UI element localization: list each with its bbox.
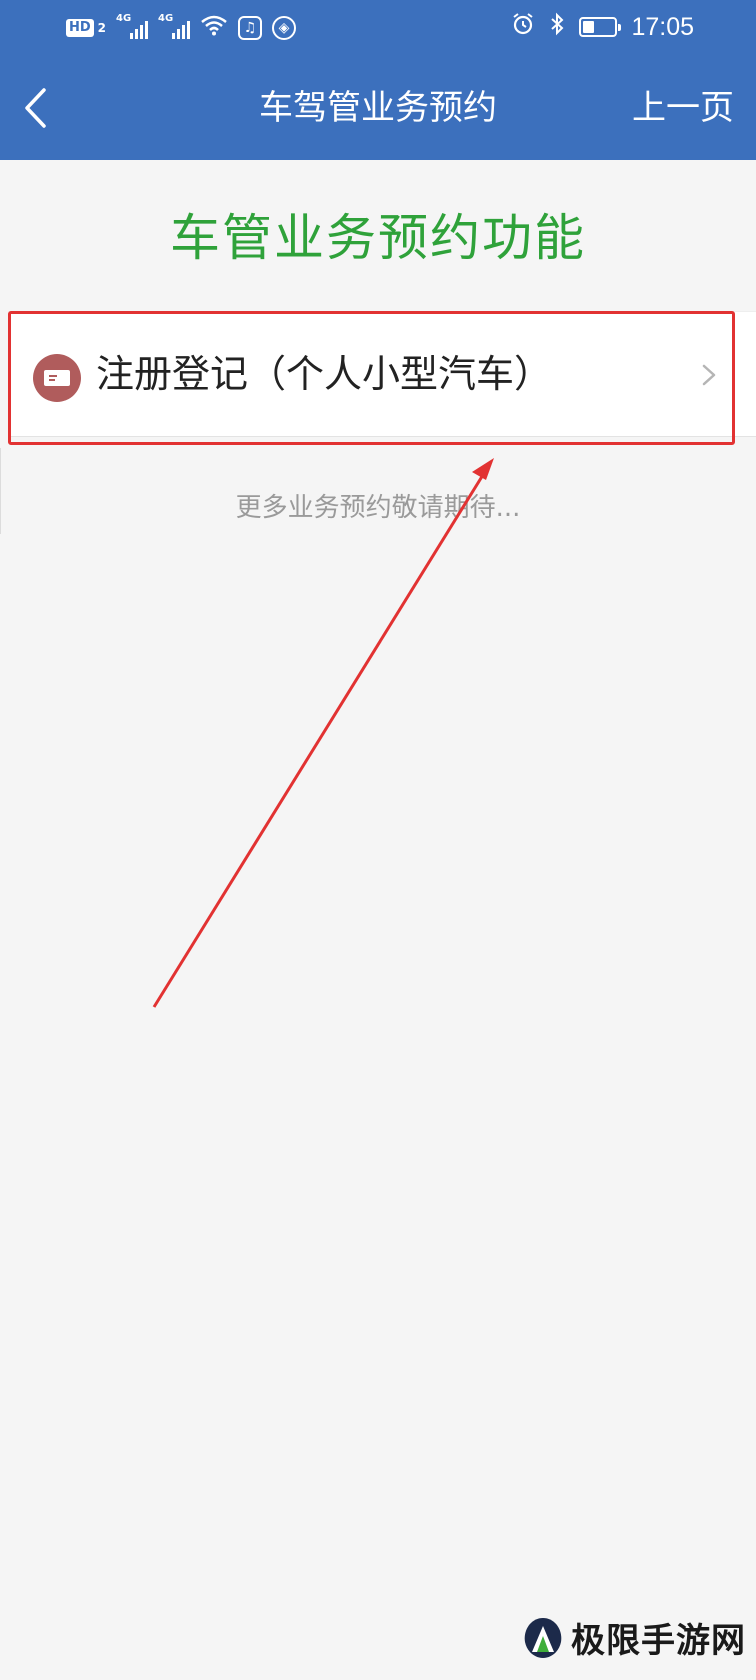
music-app-icon: ♫ [238,16,263,40]
battery-icon [579,17,622,37]
bluetooth-icon [549,12,565,42]
annotation-highlight-box [8,311,735,445]
watermark-logo-icon [524,1617,562,1658]
signal-icon-2: 4G [158,13,191,39]
section-heading: 车管业务预约功能 [170,209,586,267]
alarm-icon [511,12,535,42]
status-left-icons: HD 2 4G 4G ♫ ◈ [66,13,297,42]
wifi-icon [200,14,228,42]
signal-icon: 4G [116,13,149,39]
more-coming-hint: 更多业务预约敬请期待... [235,493,521,523]
watermark-text: 极限手游网 [571,1621,746,1661]
previous-page-button[interactable]: 上一页 [632,85,734,131]
hd-badge: HD [66,19,94,37]
status-right-icons: 17:05 [511,12,694,42]
clock: 17:05 [631,12,694,41]
navigation-bar: 车驾管业务预约 上一页 [0,55,756,160]
watermark: 极限手游网 [521,1613,746,1662]
hd-sim-number: 2 [97,21,107,35]
browser-app-icon: ◈ [272,16,297,40]
network-type-2: 4G [158,13,174,24]
battery-level [583,21,594,33]
network-type-1: 4G [116,13,132,24]
status-bar: HD 2 4G 4G ♫ ◈ 17:05 [0,0,756,55]
